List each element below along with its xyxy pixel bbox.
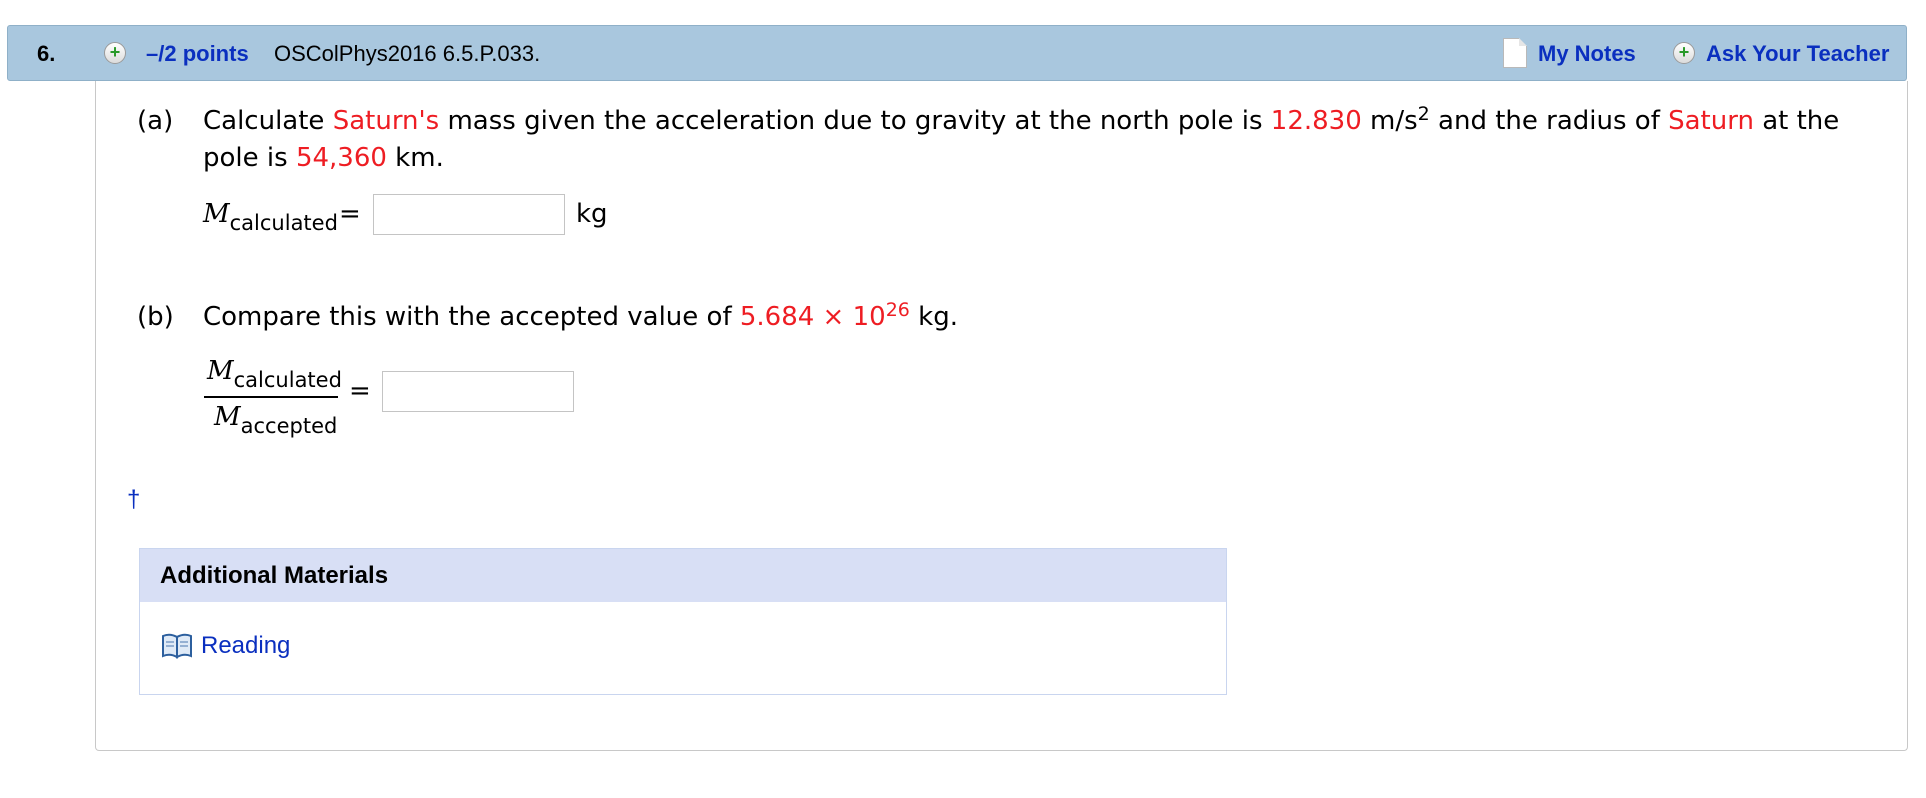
m-symbol: M xyxy=(207,356,234,386)
m-subscript: accepted xyxy=(240,414,338,438)
text: at the xyxy=(1753,106,1840,136)
additional-materials-title: Additional Materials xyxy=(140,549,1226,602)
m-symbol: M xyxy=(214,402,241,432)
book-icon[interactable] xyxy=(161,633,193,659)
unit-label: kg xyxy=(576,199,608,229)
part-b-line: Compare this with the accepted value of … xyxy=(203,299,958,332)
accepted-value: 5.684 × 10 xyxy=(739,302,886,332)
my-notes-link[interactable]: My Notes xyxy=(1538,41,1636,67)
footnote-dagger[interactable]: † xyxy=(127,486,140,514)
fraction-denominator: Maccepted xyxy=(214,402,337,438)
equals-sign: = xyxy=(339,199,361,229)
text: km. xyxy=(386,143,444,173)
part-b-label: (b) xyxy=(137,302,174,332)
points-label[interactable]: –/2 points xyxy=(146,41,249,67)
part-a-label: (a) xyxy=(137,106,174,136)
fraction-bar xyxy=(204,396,338,398)
part-a-line1: Calculate Saturn's mass given the accele… xyxy=(203,103,1903,136)
equals-sign: = xyxy=(349,376,371,406)
part-a-line2: pole is 54,360 km. xyxy=(203,143,444,173)
text: kg. xyxy=(909,302,958,332)
m-symbol: M xyxy=(203,199,230,229)
text: m/s xyxy=(1361,106,1418,136)
m-calculated-input[interactable] xyxy=(373,194,565,235)
text: Compare this with the accepted value of xyxy=(203,302,740,332)
text: Calculate xyxy=(203,106,333,136)
m-subscript: calculated xyxy=(229,211,338,235)
text: pole is xyxy=(203,143,296,173)
text: and the radius of xyxy=(1429,106,1669,136)
plus-icon[interactable]: + xyxy=(1673,42,1695,64)
plus-icon[interactable]: + xyxy=(104,42,126,64)
exponent: 26 xyxy=(885,299,910,321)
gravity-value: 12.830 xyxy=(1270,106,1362,136)
m-subscript: calculated xyxy=(233,368,342,392)
planet-name: Saturn xyxy=(1668,106,1754,136)
planet-name: Saturn's xyxy=(332,106,440,136)
notes-icon[interactable] xyxy=(1503,38,1527,68)
m-calculated-label: Mcalculated xyxy=(203,199,338,235)
text: mass given the acceleration due to gravi… xyxy=(439,106,1271,136)
exponent: 2 xyxy=(1417,103,1430,125)
question-header: 6. + –/2 points OSColPhys2016 6.5.P.033.… xyxy=(7,25,1907,81)
ask-teacher-link[interactable]: Ask Your Teacher xyxy=(1706,41,1889,67)
radius-value: 54,360 xyxy=(295,143,387,173)
ratio-input[interactable] xyxy=(382,371,574,412)
question-id: OSColPhys2016 6.5.P.033. xyxy=(274,41,541,66)
question-number: 6. xyxy=(37,41,56,66)
fraction-numerator: Mcalculated xyxy=(207,356,342,392)
reading-link[interactable]: Reading xyxy=(201,632,290,660)
additional-materials: Additional Materials Reading xyxy=(139,548,1227,695)
